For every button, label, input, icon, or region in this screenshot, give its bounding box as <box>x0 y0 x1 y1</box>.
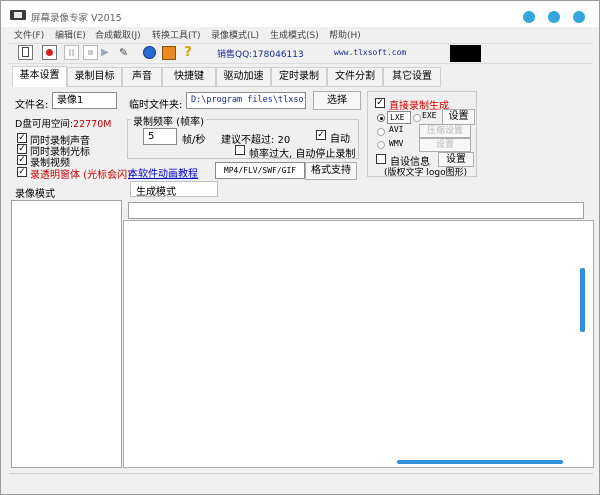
radio-exe[interactable] <box>413 114 421 122</box>
menu-file[interactable]: 文件(F) <box>14 28 44 41</box>
rec-video-checkbox[interactable]: ✓ <box>17 155 27 165</box>
maximize-button[interactable] <box>548 11 560 23</box>
menu-gen-mode[interactable]: 生成模式(S) <box>270 28 319 41</box>
mode-bar <box>9 181 595 199</box>
transparent-checkbox[interactable]: ✓ <box>17 167 27 177</box>
fps-group-title: 录制频率 (帧率) <box>131 113 206 128</box>
app-window: 屏幕录像专家 V2015 文件(F) 编辑(E) 合成截取(J) 转换工具(T)… <box>0 0 600 495</box>
auto-stop-checkbox[interactable] <box>235 145 245 155</box>
rec-cursor-checkbox[interactable]: ✓ <box>17 144 27 154</box>
globe-icon[interactable] <box>143 46 156 59</box>
disk-value: 22770M <box>73 119 112 130</box>
menu-compose[interactable]: 合成截取(J) <box>95 28 141 41</box>
pause-icon[interactable] <box>64 45 79 60</box>
window-title: 屏幕录像专家 V2015 <box>31 13 122 24</box>
lxe-label: LXE <box>387 111 411 124</box>
radio-avi[interactable] <box>377 128 385 136</box>
record-icon[interactable] <box>42 45 57 60</box>
wand-icon[interactable]: ✎ <box>119 46 133 60</box>
minimize-button[interactable] <box>523 11 535 23</box>
custom-info-checkbox[interactable] <box>376 154 386 164</box>
disk-label-text: D盘可用空间: <box>15 119 74 130</box>
choose-button[interactable]: 选择 <box>313 91 361 110</box>
auto-label: 自动 <box>330 134 350 145</box>
record-mode-label: 录像模式 <box>15 189 55 200</box>
disk-label: D盘可用空间:22770M <box>15 116 111 130</box>
website-link[interactable]: www.tlxsoft.com <box>334 48 406 57</box>
tab-hotkey[interactable]: 快捷键 <box>162 67 216 87</box>
fps-unit: 帧/秒 <box>182 135 206 146</box>
menu-help[interactable]: 帮助(H) <box>329 28 361 41</box>
status-bar <box>9 473 593 489</box>
sales-qq: 销售QQ:178046113 <box>217 50 304 60</box>
tools-icon[interactable] <box>162 46 176 60</box>
formats-field: MP4/FLV/SWF/GIF <box>215 162 305 179</box>
format-support-button[interactable]: 格式支持 <box>305 162 357 180</box>
horizontal-scrollbar-thumb[interactable] <box>397 460 563 464</box>
tab-timed[interactable]: 定时录制 <box>271 67 327 87</box>
tab-basic[interactable]: 基本设置 <box>12 66 67 88</box>
menu-convert[interactable]: 转换工具(T) <box>152 28 201 41</box>
stop-icon[interactable] <box>83 45 98 60</box>
play-icon[interactable]: ▶ <box>101 47 115 58</box>
tempdir-input[interactable]: D:\program files\tlxsof <box>186 92 306 109</box>
tab-driver[interactable]: 驱动加速 <box>216 67 271 87</box>
avi-label: AVI <box>389 125 404 134</box>
gen-content-panel[interactable] <box>123 220 594 468</box>
auto-stop-label: 帧率过大, 自动停止录制 <box>249 149 356 160</box>
wmv-settings-button[interactable]: 设置 <box>419 138 471 152</box>
tutorial-link[interactable]: 本软件动画教程 <box>128 165 198 180</box>
fps-hint: 建议不超过: 20 <box>221 135 291 146</box>
close-button[interactable] <box>573 11 585 23</box>
preview-box <box>450 45 481 62</box>
gen-header-strip <box>128 202 584 219</box>
auto-checkbox[interactable]: ✓ <box>316 130 326 140</box>
tempdir-label: 临时文件夹: <box>129 100 183 111</box>
exe-label: EXE <box>422 111 437 120</box>
gen-mode-label: 生成模式 <box>136 187 176 198</box>
tab-split[interactable]: 文件分割 <box>327 67 383 87</box>
tab-target[interactable]: 录制目标 <box>67 67 122 87</box>
direct-gen-label: 直接录制生成 <box>389 101 449 112</box>
filename-label: 文件名: <box>15 100 49 111</box>
rec-audio-checkbox[interactable]: ✓ <box>17 133 27 143</box>
menu-edit[interactable]: 编辑(E) <box>55 28 86 41</box>
record-list-panel[interactable] <box>11 200 122 468</box>
radio-wmv[interactable] <box>377 141 385 149</box>
tab-audio[interactable]: 声音 <box>122 67 162 87</box>
lxe-settings-button[interactable]: 设置 <box>442 109 475 125</box>
fps-input[interactable]: 5 <box>143 128 177 145</box>
copyright-note: (版权文字 logo图形) <box>384 168 468 178</box>
direct-gen-checkbox[interactable]: ✓ <box>375 98 385 108</box>
menu-record-mode[interactable]: 录像模式(L) <box>211 28 259 41</box>
tab-other[interactable]: 其它设置 <box>383 67 441 87</box>
new-file-icon[interactable] <box>18 45 33 60</box>
wmv-label: WMV <box>389 139 404 148</box>
radio-lxe[interactable] <box>377 114 385 122</box>
app-icon <box>10 10 26 20</box>
filename-input[interactable]: 录像1 <box>52 92 117 109</box>
help-icon[interactable]: ? <box>181 45 195 60</box>
vertical-scrollbar-thumb[interactable] <box>580 268 585 332</box>
compress-settings-button[interactable]: 压缩设置 <box>419 124 471 138</box>
transparent-label: 录透明窗体 (光标会闪) <box>30 170 131 181</box>
